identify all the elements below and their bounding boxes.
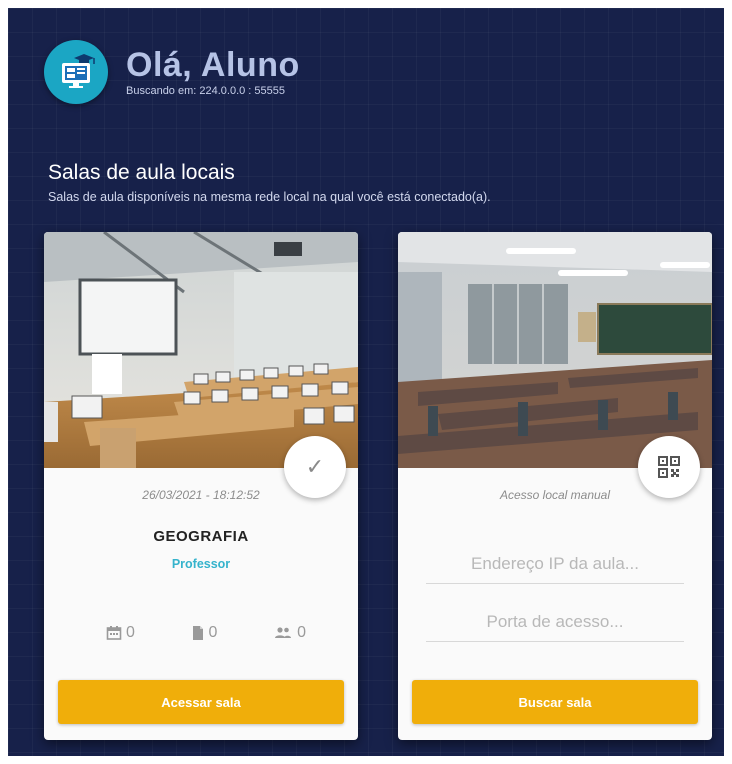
- room-subject: GEOGRAFIA: [153, 528, 249, 545]
- app-frame: Olá, Aluno Buscando em: 224.0.0.0 : 5555…: [8, 8, 724, 756]
- ip-field: [426, 544, 684, 584]
- stat-documents: 0: [191, 624, 218, 642]
- stat-calendar: 0: [106, 624, 135, 642]
- document-icon: [192, 626, 203, 640]
- classroom-card: ✓ 26/03/2021 - 18:12:52 GEOGRAFIA Profes…: [44, 232, 358, 740]
- room-role: Professor: [171, 557, 231, 571]
- calendar-count: 0: [126, 624, 135, 641]
- manual-access-card: Acesso local manual Buscar sala: [398, 232, 712, 740]
- check-icon: ✓: [305, 454, 325, 479]
- room-datetime: 26/03/2021 - 18:12:52: [142, 488, 260, 502]
- ip-address-input[interactable]: [426, 544, 684, 583]
- greeting-title: Olá, Aluno: [126, 46, 300, 84]
- manual-access-label: Acesso local manual: [499, 488, 611, 502]
- people-icon: [275, 627, 292, 638]
- port-input[interactable]: [426, 602, 684, 641]
- section-subtitle: Salas de aula disponíveis na mesma rede …: [48, 190, 491, 204]
- calendar-icon: [106, 626, 122, 640]
- room-stats: 0 0 0: [106, 624, 306, 642]
- section-title: Salas de aula locais: [48, 161, 235, 184]
- port-field: [426, 602, 684, 642]
- qr-code-icon: [658, 456, 680, 478]
- section-header: Salas de aula locais Salas de aula dispo…: [48, 160, 491, 204]
- access-room-button[interactable]: Acessar sala: [58, 680, 344, 724]
- classroom-photo: [44, 232, 358, 468]
- people-count: 0: [297, 624, 306, 641]
- header: Olá, Aluno Buscando em: 224.0.0.0 : 5555…: [44, 40, 300, 104]
- stat-people: 0: [273, 624, 306, 642]
- search-address-text: Buscando em: 224.0.0.0 : 55555: [126, 85, 286, 97]
- manual-classroom-photo: [398, 232, 712, 468]
- documents-count: 0: [208, 624, 218, 641]
- app-logo-icon: [44, 40, 108, 104]
- search-room-button[interactable]: Buscar sala: [412, 680, 698, 724]
